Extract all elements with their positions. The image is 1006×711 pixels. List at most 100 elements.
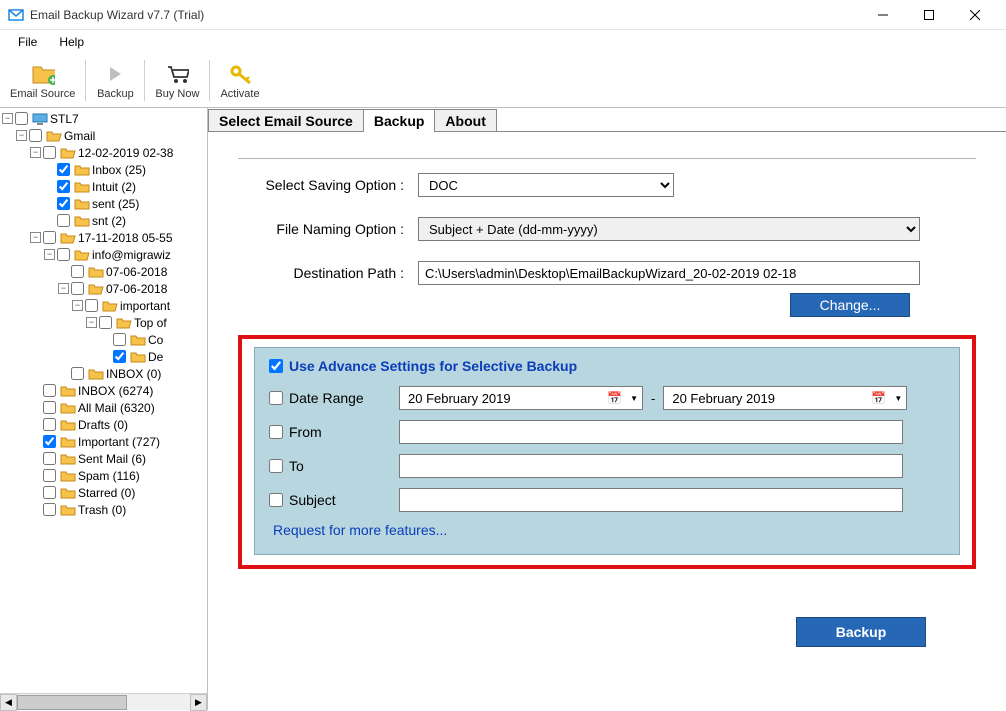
folder-icon xyxy=(60,469,76,483)
tree-node[interactable]: −Top of xyxy=(0,314,207,331)
tree-node[interactable]: All Mail (6320) xyxy=(0,399,207,416)
tree-checkbox[interactable] xyxy=(71,282,84,295)
tree-checkbox[interactable] xyxy=(43,435,56,448)
tree-checkbox[interactable] xyxy=(99,316,112,329)
tree-node[interactable]: Drafts (0) xyxy=(0,416,207,433)
request-features-link[interactable]: Request for more features... xyxy=(273,522,945,538)
from-label: From xyxy=(289,424,322,440)
tree-checkbox[interactable] xyxy=(57,180,70,193)
tree-node[interactable]: INBOX (6274) xyxy=(0,382,207,399)
horizontal-scrollbar[interactable]: ◀ ▶ xyxy=(0,693,207,710)
tree-checkbox[interactable] xyxy=(43,418,56,431)
scroll-left-icon[interactable]: ◀ xyxy=(0,694,17,711)
tree-checkbox[interactable] xyxy=(113,350,126,363)
tree-node[interactable]: Starred (0) xyxy=(0,484,207,501)
tree-node[interactable]: −12-02-2019 02-38 xyxy=(0,144,207,161)
tree-checkbox[interactable] xyxy=(57,163,70,176)
naming-option-select[interactable]: Subject + Date (dd-mm-yyyy) xyxy=(418,217,920,241)
tree-checkbox[interactable] xyxy=(57,214,70,227)
date-to-picker[interactable]: 20 February 2019📅▼ xyxy=(663,386,907,410)
tree-checkbox[interactable] xyxy=(43,231,56,244)
menu-help[interactable]: Help xyxy=(49,32,94,52)
date-from-picker[interactable]: 20 February 2019📅▼ xyxy=(399,386,643,410)
saving-option-select[interactable]: DOC xyxy=(418,173,674,197)
tree-node[interactable]: snt (2) xyxy=(0,212,207,229)
advance-settings-title: Use Advance Settings for Selective Backu… xyxy=(289,358,577,374)
tree-node[interactable]: −07-06-2018 xyxy=(0,280,207,297)
tree-gmail[interactable]: −Gmail xyxy=(0,127,207,144)
tree-node[interactable]: 07-06-2018 xyxy=(0,263,207,280)
collapse-icon[interactable]: − xyxy=(58,283,69,294)
menu-file[interactable]: File xyxy=(8,32,47,52)
date-range-checkbox[interactable] xyxy=(269,391,283,405)
from-input[interactable] xyxy=(399,420,903,444)
tree-node[interactable]: Inbox (25) xyxy=(0,161,207,178)
email-source-button[interactable]: Email Source xyxy=(0,54,85,107)
backup-toolbar-button[interactable]: Backup xyxy=(86,54,144,107)
tab-select-email-source[interactable]: Select Email Source xyxy=(208,109,364,132)
scrollbar-thumb[interactable] xyxy=(17,695,127,710)
tree-node[interactable]: −info@migrawiz xyxy=(0,246,207,263)
tree-checkbox[interactable] xyxy=(113,333,126,346)
collapse-icon[interactable]: − xyxy=(72,300,83,311)
tree-checkbox[interactable] xyxy=(43,401,56,414)
collapse-icon[interactable]: − xyxy=(86,317,97,328)
folder-icon xyxy=(74,197,90,211)
use-advance-checkbox[interactable] xyxy=(269,359,283,373)
tree-node[interactable]: Trash (0) xyxy=(0,501,207,518)
tree-node[interactable]: Co xyxy=(0,331,207,348)
buy-now-button[interactable]: Buy Now xyxy=(145,54,209,107)
tree-node[interactable]: Spam (116) xyxy=(0,467,207,484)
tree-checkbox[interactable] xyxy=(29,129,42,142)
tree-node[interactable]: INBOX (0) xyxy=(0,365,207,382)
tree-checkbox[interactable] xyxy=(57,248,70,261)
activate-button[interactable]: Activate xyxy=(210,54,269,107)
tree-node[interactable]: De xyxy=(0,348,207,365)
backup-toolbar-label: Backup xyxy=(97,88,134,100)
to-input[interactable] xyxy=(399,454,903,478)
tree-node[interactable]: −important xyxy=(0,297,207,314)
folder-open-icon xyxy=(116,316,132,330)
dash-separator: - xyxy=(651,391,655,406)
maximize-button[interactable] xyxy=(906,0,952,30)
subject-checkbox[interactable] xyxy=(269,493,283,507)
tree-checkbox[interactable] xyxy=(57,197,70,210)
tab-about[interactable]: About xyxy=(434,109,496,132)
collapse-icon[interactable]: − xyxy=(2,113,13,124)
tree-checkbox[interactable] xyxy=(15,112,28,125)
tree-checkbox[interactable] xyxy=(43,503,56,516)
tree-checkbox[interactable] xyxy=(85,299,98,312)
tree-node[interactable]: −17-11-2018 05-55 xyxy=(0,229,207,246)
tree-checkbox[interactable] xyxy=(43,384,56,397)
close-button[interactable] xyxy=(952,0,998,30)
tree-checkbox[interactable] xyxy=(71,265,84,278)
folder-plus-icon xyxy=(31,62,55,86)
tab-backup[interactable]: Backup xyxy=(363,109,436,132)
subject-label: Subject xyxy=(289,492,336,508)
tree-checkbox[interactable] xyxy=(43,469,56,482)
scroll-right-icon[interactable]: ▶ xyxy=(190,694,207,711)
backup-button[interactable]: Backup xyxy=(796,617,926,647)
change-button[interactable]: Change... xyxy=(790,293,910,317)
tree-checkbox[interactable] xyxy=(43,486,56,499)
from-checkbox[interactable] xyxy=(269,425,283,439)
tree-node[interactable]: Important (727) xyxy=(0,433,207,450)
collapse-icon[interactable]: − xyxy=(44,249,55,260)
folder-icon xyxy=(60,401,76,415)
collapse-icon[interactable]: − xyxy=(16,130,27,141)
tree-root[interactable]: −STL7 xyxy=(0,110,207,127)
tree-node[interactable]: Sent Mail (6) xyxy=(0,450,207,467)
tree-checkbox[interactable] xyxy=(71,367,84,380)
tree-node[interactable]: sent (25) xyxy=(0,195,207,212)
tree-checkbox[interactable] xyxy=(43,452,56,465)
minimize-button[interactable] xyxy=(860,0,906,30)
collapse-icon[interactable]: − xyxy=(30,232,41,243)
folder-icon xyxy=(60,452,76,466)
collapse-icon[interactable]: − xyxy=(30,147,41,158)
destination-path-input[interactable] xyxy=(418,261,920,285)
to-checkbox[interactable] xyxy=(269,459,283,473)
subject-input[interactable] xyxy=(399,488,903,512)
naming-option-label: File Naming Option : xyxy=(238,221,418,237)
tree-node[interactable]: Intuit (2) xyxy=(0,178,207,195)
tree-checkbox[interactable] xyxy=(43,146,56,159)
